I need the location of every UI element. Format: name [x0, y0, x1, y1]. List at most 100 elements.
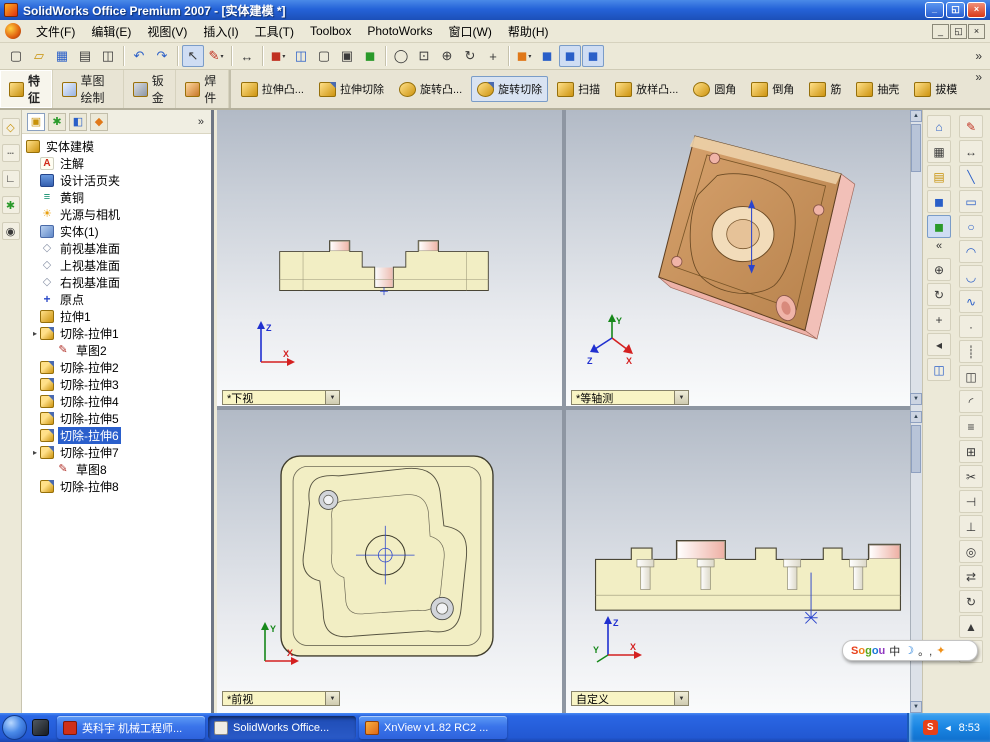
shaded-button[interactable]: ◼ — [359, 45, 381, 67]
zoom-in-out-button[interactable]: ⊕ — [436, 45, 458, 67]
tree-item-cut-extrude5[interactable]: 切除-拉伸5 — [24, 410, 211, 427]
coordinate-system-icon[interactable]: ∟ — [1, 170, 20, 188]
reference-point-icon[interactable]: ✱ — [1, 196, 20, 214]
taskbar-item-solidworks[interactable]: SolidWorks Office... — [208, 716, 356, 739]
open-button[interactable]: ▱ — [28, 45, 50, 67]
zoom-fit-button[interactable]: ◯ — [390, 45, 412, 67]
tree-item-right-plane[interactable]: ◇ 右视基准面 — [24, 274, 211, 291]
fillet-button[interactable]: ◜ — [959, 390, 983, 413]
toolbox-b-button[interactable]: ◼ — [582, 45, 604, 67]
scroll-down-button[interactable]: ▼ — [910, 701, 922, 713]
menu-help[interactable]: 帮助(H) — [500, 20, 557, 43]
tree-item-annotations[interactable]: A 注解 — [24, 155, 211, 172]
model-section-bottom[interactable] — [275, 222, 493, 297]
sweep-button[interactable]: 扫描 — [551, 76, 606, 102]
fullwidth-toggle-icon[interactable]: ☽ — [904, 644, 914, 657]
four-view-button[interactable]: ▦ — [927, 140, 951, 163]
collapse-chevron[interactable]: « — [936, 240, 942, 256]
hidden-lines-button[interactable]: ▣ — [336, 45, 358, 67]
select-button[interactable]: ↖ — [182, 45, 204, 67]
point-button[interactable]: · — [959, 315, 983, 338]
smart-dimension-button[interactable]: ↔ — [959, 140, 983, 163]
menu-toolbox[interactable]: Toolbox — [302, 21, 359, 41]
rectangle-button[interactable]: ▭ — [959, 190, 983, 213]
section-view-button[interactable]: ◫ — [290, 45, 312, 67]
view-orientation-combo[interactable]: *等轴测 ▼ — [571, 390, 689, 405]
print-button[interactable]: ▤ — [74, 45, 96, 67]
tab-features[interactable]: 特征 — [0, 70, 53, 108]
zoom-button[interactable]: ⊕ — [927, 258, 951, 281]
close-button[interactable]: × — [967, 2, 986, 18]
centerline-button[interactable]: ┊ — [959, 340, 983, 363]
line-button[interactable]: ╲ — [959, 165, 983, 188]
extend-button[interactable]: ⊣ — [959, 490, 983, 513]
sketch-button[interactable]: ✎ ▾ — [205, 45, 227, 67]
tangent-arc-button[interactable]: ◡ — [959, 265, 983, 288]
convert-entities-button[interactable]: ⊞ — [959, 440, 983, 463]
rib-button[interactable]: 筋 — [803, 76, 847, 102]
viewport-bottom-view[interactable]: Z X *下视 ▼ — [217, 110, 562, 406]
menu-photoworks[interactable]: PhotoWorks — [359, 21, 440, 41]
zoom-area-button[interactable]: ⊡ — [413, 45, 435, 67]
toolbar-overflow-chevron[interactable]: » — [967, 49, 990, 63]
sogou-input-bar[interactable]: Sogou 中 ☽ 。, ✦ — [842, 640, 978, 661]
menu-edit[interactable]: 编辑(E) — [83, 20, 139, 43]
loft-button[interactable]: 放样凸... — [609, 76, 684, 102]
menu-window[interactable]: 窗口(W) — [441, 20, 500, 43]
tree-item-cut-extrude3[interactable]: 切除-拉伸3 — [24, 376, 211, 393]
tree-item-extrude1[interactable]: 拉伸1 — [24, 308, 211, 325]
menu-file[interactable]: 文件(F) — [28, 20, 83, 43]
tree-item-cut-extrude1[interactable]: ▸ 切除-拉伸1 — [24, 325, 211, 342]
configurationmanager-tab[interactable]: ◧ — [69, 112, 87, 131]
punctuation-toggle[interactable]: 。, — [918, 643, 932, 659]
sogou-tray-icon[interactable]: S — [922, 720, 938, 735]
reference-axis-icon[interactable]: ┄ — [1, 144, 20, 162]
model-isometric[interactable] — [614, 124, 872, 372]
undo-button[interactable]: ↶ — [128, 45, 150, 67]
chevron-down-icon[interactable]: ▼ — [674, 391, 688, 404]
tree-item-front-plane[interactable]: ◇ 前视基准面 — [24, 240, 211, 257]
spline-button[interactable]: ∿ — [959, 290, 983, 313]
expander-icon[interactable]: ▸ — [30, 448, 40, 457]
trim-button[interactable]: ✂ — [959, 465, 983, 488]
tree-item-root[interactable]: 实体建模 — [24, 138, 211, 155]
scrollbar-thumb[interactable] — [911, 124, 921, 172]
tree-item-top-plane[interactable]: ◇ 上视基准面 — [24, 257, 211, 274]
tree-item-sketch8[interactable]: ✎ 草图8 — [24, 461, 211, 478]
shaded-view-button[interactable]: ◼ — [927, 215, 951, 238]
rotate-button[interactable]: ↻ — [927, 283, 951, 306]
tree-item-design-binder[interactable]: 设计活页夹 — [24, 172, 211, 189]
ime-settings-icon[interactable]: ✦ — [936, 644, 945, 657]
tree-item-cut-extrude2[interactable]: 切除-拉伸2 — [24, 359, 211, 376]
tab-sheet-metal[interactable]: 钣金 — [124, 70, 177, 108]
menu-insert[interactable]: 插入(I) — [195, 20, 246, 43]
viewport-custom-view[interactable]: Z X Y 自定义 ▼ — [566, 410, 910, 713]
pan-button[interactable]: + — [482, 45, 504, 67]
revolved-boss-button[interactable]: 旋转凸... — [393, 76, 468, 102]
taskbar-item-yingkeyu[interactable]: 英科宇 机械工程师... — [57, 716, 205, 739]
relations-button[interactable]: ⊥ — [959, 515, 983, 538]
display-mode-button[interactable]: ◼ — [536, 45, 558, 67]
view-cube-button[interactable]: ◼ — [927, 190, 951, 213]
chevron-down-icon[interactable]: ▼ — [674, 692, 688, 705]
volume-icon[interactable]: ◄ — [944, 723, 953, 733]
vertical-splitter[interactable] — [562, 110, 566, 713]
taskbar-item-xnview[interactable]: XnView v1.82 RC2 ... — [359, 716, 507, 739]
start-button[interactable] — [2, 715, 27, 740]
propertymanager-tab[interactable]: ✱ — [48, 112, 66, 131]
wireframe-button[interactable]: ▢ — [313, 45, 335, 67]
view-home-button[interactable]: ⌂ — [927, 115, 951, 138]
save-button[interactable]: ▦ — [51, 45, 73, 67]
mate-reference-icon[interactable]: ◉ — [1, 222, 20, 240]
minimize-button[interactable]: _ — [925, 2, 944, 18]
rotate-entities-button[interactable]: ↻ — [959, 590, 983, 613]
fillet-button[interactable]: 圆角 — [687, 76, 742, 102]
scale-entities-button[interactable]: ▲ — [959, 615, 983, 638]
viewport-scrollbar[interactable]: ▲ ▼ ▲ ▼ — [910, 110, 922, 713]
mirror-button[interactable]: ◫ — [959, 365, 983, 388]
scroll-up-button[interactable]: ▲ — [910, 110, 922, 122]
doc-close-button[interactable]: × — [968, 23, 985, 39]
tab-sketch[interactable]: 草图绘制 — [53, 70, 124, 108]
dimension-button[interactable]: ↔ — [236, 45, 258, 67]
tab-weldments[interactable]: 焊件 — [176, 70, 229, 108]
